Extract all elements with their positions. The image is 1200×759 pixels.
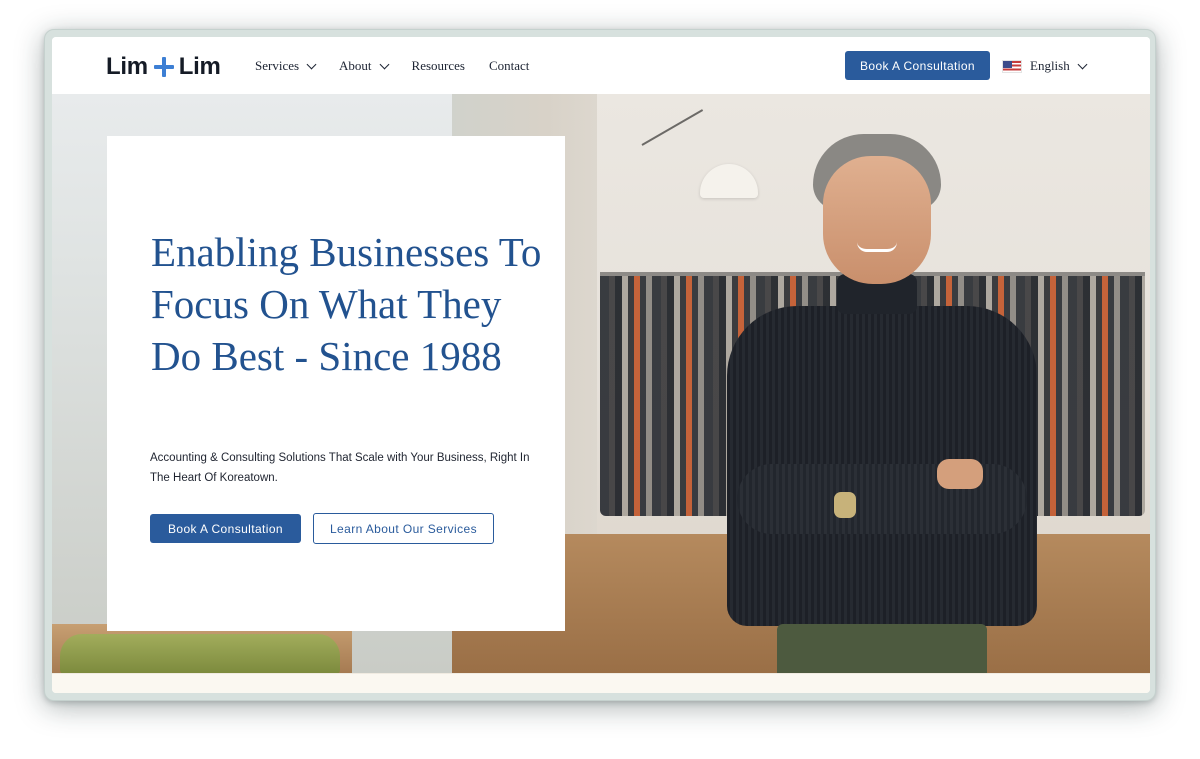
menu-item-resources[interactable]: Resources: [412, 58, 465, 74]
hero-section: Enabling Businesses To Focus On What The…: [52, 94, 1150, 673]
menu-item-about[interactable]: About: [339, 58, 389, 74]
language-selector[interactable]: English: [1002, 58, 1088, 74]
menu-item-services[interactable]: Services: [255, 58, 317, 74]
logo-text-right: Lim: [178, 53, 221, 80]
main-menu: Services About Resources Contact: [255, 58, 553, 74]
page-viewport: Lim Lim Services About Resources Contact: [52, 37, 1150, 693]
hero-person-image: [727, 134, 1037, 673]
chevron-down-icon: [306, 59, 317, 69]
book-consultation-button[interactable]: Book A Consultation: [150, 514, 301, 543]
logo-text-left: Lim: [106, 53, 148, 80]
logo[interactable]: Lim Lim: [106, 53, 221, 81]
learn-about-services-button[interactable]: Learn About Our Services: [313, 513, 494, 544]
chevron-down-icon: [379, 59, 389, 69]
browser-window: Lim Lim Services About Resources Contact: [44, 29, 1156, 701]
menu-item-label: Contact: [488, 58, 530, 73]
hero-headline: Enabling Businesses To Focus On What The…: [151, 229, 542, 379]
menu-item-label: Resources: [411, 58, 465, 73]
us-flag-icon: [1002, 59, 1022, 73]
menu-item-label: Services: [255, 58, 300, 73]
menu-item-label: About: [339, 58, 372, 73]
fabric-image: [60, 634, 340, 673]
top-navigation: Lim Lim Services About Resources Contact: [52, 37, 1150, 94]
book-consultation-nav-button[interactable]: Book A Consultation: [845, 51, 990, 80]
menu-item-contact[interactable]: Contact: [489, 58, 529, 74]
hero-card: Enabling Businesses To Focus On What The…: [107, 136, 565, 631]
language-label: English: [1030, 58, 1070, 73]
plus-icon: [153, 57, 174, 77]
hero-subtext: Accounting & Consulting Solutions That S…: [150, 452, 530, 484]
chevron-down-icon: [1077, 59, 1088, 69]
next-section-edge: [52, 673, 1150, 693]
watch-image: [834, 492, 856, 518]
